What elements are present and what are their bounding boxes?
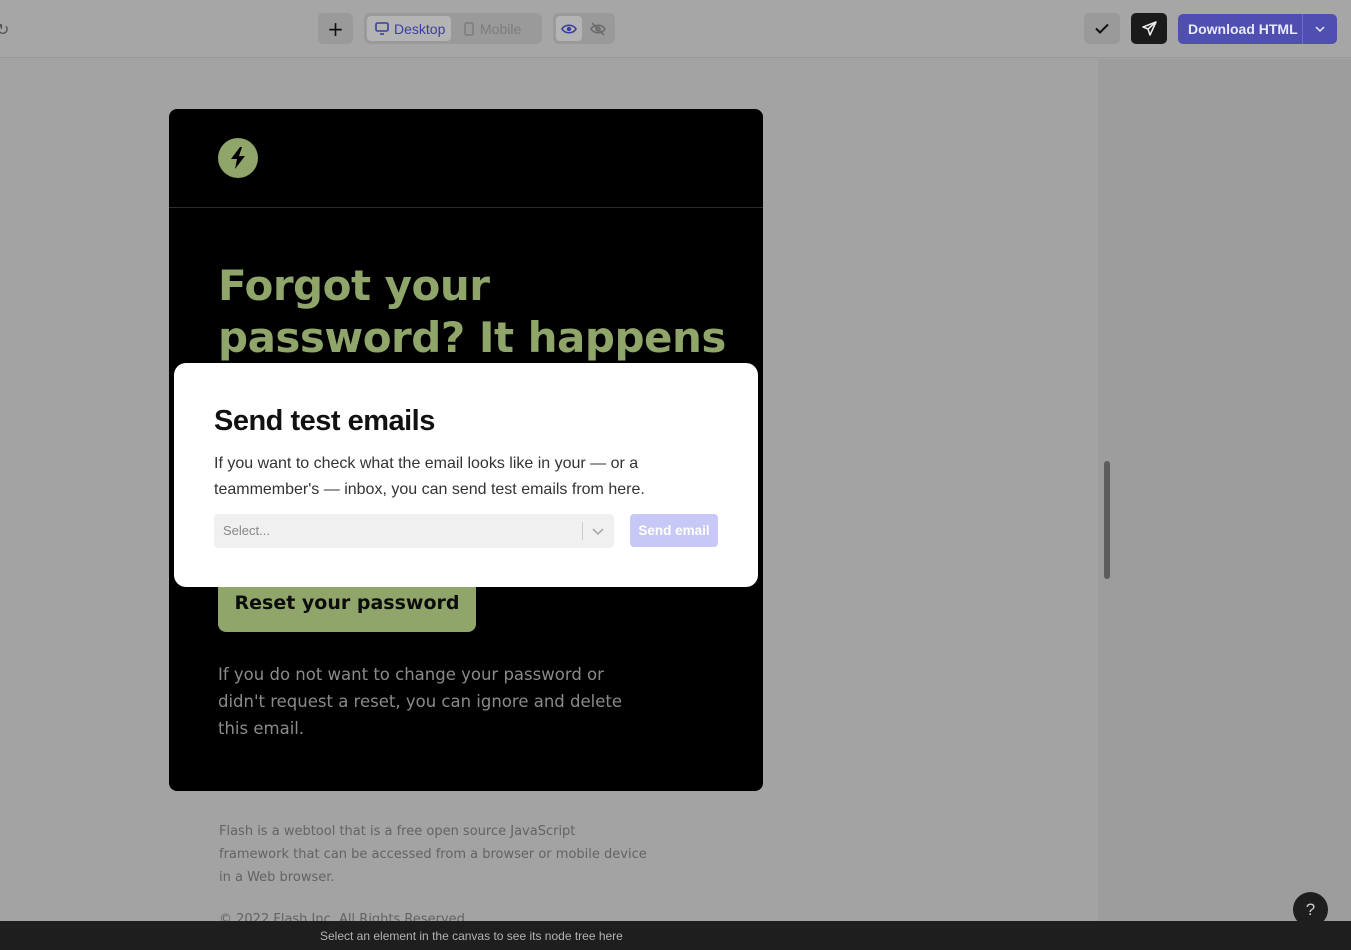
- eye-off-icon: [590, 21, 606, 36]
- desktop-view-button[interactable]: Desktop: [367, 16, 451, 41]
- node-tree-hint: Select an element in the canvas to see i…: [320, 929, 623, 943]
- modal-title: Send test emails: [214, 405, 435, 437]
- node-tree-bar: Select an element in the canvas to see i…: [0, 921, 1351, 950]
- email-footer-text: Flash is a webtool that is a free open s…: [219, 824, 647, 885]
- send-test-emails-modal: Send test emails If you want to check wh…: [174, 363, 758, 587]
- right-panel: [1098, 59, 1351, 921]
- show-button[interactable]: [556, 16, 582, 41]
- check-icon: [1095, 23, 1109, 34]
- flash-logo: [218, 138, 258, 178]
- view-mode-toggle: Desktop Mobile: [364, 13, 542, 44]
- mobile-view-button[interactable]: Mobile: [464, 16, 536, 41]
- help-button[interactable]: ?: [1293, 892, 1328, 927]
- download-options-button[interactable]: [1303, 26, 1337, 32]
- lightning-icon: [231, 147, 245, 169]
- redo-icon[interactable]: ↻: [0, 20, 12, 39]
- chevron-down-icon: [1315, 26, 1325, 32]
- download-label: Download HTML: [1188, 21, 1298, 37]
- modal-description: If you want to check what the email look…: [214, 455, 645, 498]
- phone-icon: [464, 21, 474, 36]
- visibility-toggle: [553, 13, 615, 44]
- recipient-select[interactable]: Select...: [214, 514, 614, 548]
- send-test-button[interactable]: [1131, 13, 1167, 44]
- hide-button[interactable]: [585, 16, 611, 41]
- add-button[interactable]: +: [318, 13, 353, 44]
- send-email-button[interactable]: Send email: [630, 514, 718, 547]
- desktop-label: Desktop: [394, 20, 446, 37]
- chevron-down-icon[interactable]: [590, 523, 606, 539]
- select-placeholder: Select...: [223, 523, 270, 538]
- canvas-scrollbar[interactable]: [1104, 461, 1110, 579]
- select-divider: [582, 522, 583, 540]
- eye-icon: [561, 23, 577, 34]
- ignore-note: If you do not want to change your passwo…: [218, 665, 622, 738]
- mobile-label: Mobile: [480, 20, 522, 37]
- email-header: [169, 109, 763, 208]
- top-toolbar: ↻ + Desktop Mobile Download HTML: [0, 0, 1351, 58]
- paper-plane-icon: [1141, 21, 1157, 36]
- download-html-button[interactable]: Download HTML: [1178, 14, 1337, 44]
- check-button[interactable]: [1084, 13, 1120, 44]
- monitor-icon: [375, 22, 389, 35]
